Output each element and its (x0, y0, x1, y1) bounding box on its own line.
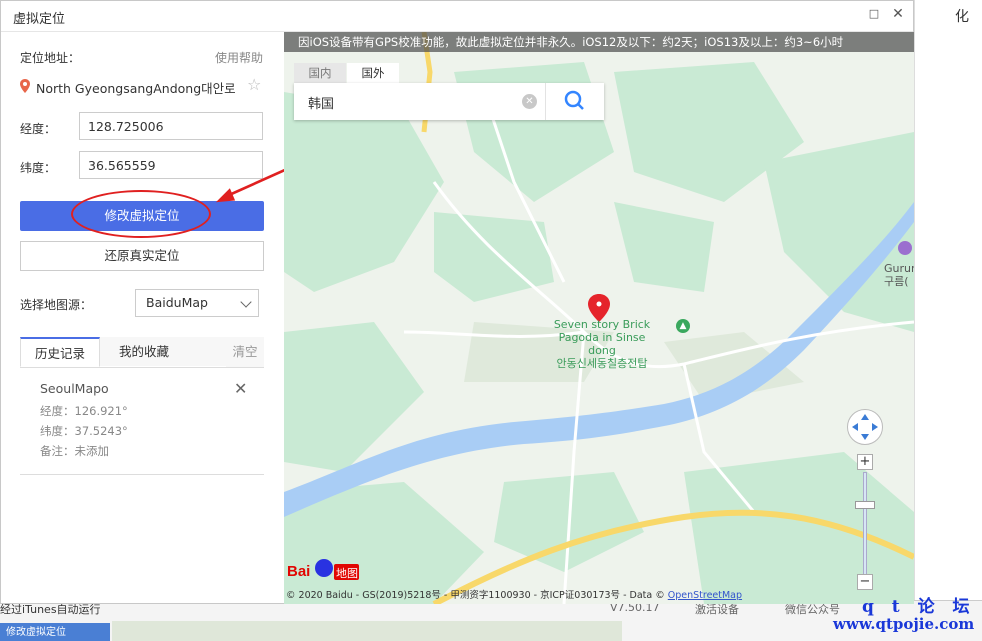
zoom-out-button[interactable]: − (857, 574, 873, 590)
history-item-name[interactable]: SeoulMapo (40, 381, 109, 396)
copyright-text: © 2020 Baidu - GS(2019)5218号 - 甲测资字11009… (286, 590, 665, 601)
map-source-label: 选择地图源： (20, 298, 93, 312)
search-icon (564, 90, 584, 110)
address-label: 定位地址： (20, 51, 81, 65)
poi-line-3: 안동신세동칠층전탑 (556, 357, 648, 370)
poi-label[interactable]: Seven story Brick Pagoda in Sinse dong 안… (547, 318, 657, 370)
latitude-label: 纬度： (20, 161, 57, 175)
background-modify-button[interactable]: 修改虚拟定位 (0, 623, 110, 641)
help-link[interactable]: 使用帮助 (215, 49, 263, 66)
history-item-longitude: 经度：126.921° (40, 404, 128, 418)
zoom-in-button[interactable]: + (857, 454, 873, 470)
virtual-location-dialog: 虚拟定位 □ ✕ 定位地址： 使用帮助 North GyeongsangAndo… (0, 0, 914, 604)
clear-history-button[interactable]: 清空 (226, 337, 264, 367)
watermark-title: q t 论 坛 (862, 597, 976, 617)
poi-line-2: Pagoda in Sinse dong (558, 331, 646, 357)
gps-notice-banner: 因iOS设备带有GPS校准功能，故此虚拟定位并非永久。iOS12及以下：约2天；… (284, 32, 914, 52)
favorite-star-icon[interactable]: ☆ (247, 75, 261, 94)
delete-history-icon[interactable]: ✕ (234, 379, 247, 398)
background-map-strip (112, 621, 622, 641)
annotation-oval (71, 190, 211, 238)
baidu-logo-icon: Bai 地图 (287, 559, 359, 580)
background-glyph: 化 (955, 9, 969, 25)
place-line-1: Gurun (884, 262, 914, 275)
search-button[interactable] (546, 83, 604, 120)
place-label[interactable]: Gurun 구름( (884, 262, 914, 288)
clear-search-icon[interactable]: ✕ (522, 94, 537, 109)
map-source-value: BaiduMap (146, 295, 208, 310)
pan-control[interactable] (847, 409, 883, 445)
tab-favorites[interactable]: 我的收藏 (104, 337, 184, 367)
pan-arrows-icon (852, 414, 878, 440)
map-source-select[interactable]: BaiduMap (135, 289, 259, 317)
map-view[interactable]: 因iOS设备带有GPS校准功能，故此虚拟定位并非永久。iOS12及以下：约2天；… (284, 32, 914, 604)
history-item-latitude: 纬度：37.5243° (40, 424, 128, 438)
poi-line-1: Seven story Brick (553, 318, 651, 331)
tab-domestic[interactable]: 国内 (294, 63, 346, 83)
place-line-2: 구름( (884, 275, 909, 288)
longitude-label: 经度： (20, 122, 57, 136)
address-value: North GyeongsangAndong대안로 (36, 81, 236, 96)
openstreetmap-link[interactable]: OpenStreetMap (668, 590, 742, 601)
chevron-down-icon (240, 296, 252, 308)
dialog-titlebar: 虚拟定位 □ ✕ (1, 1, 913, 32)
maximize-icon[interactable]: □ (867, 7, 881, 21)
place-icon[interactable] (898, 241, 912, 255)
zoom-slider-handle[interactable] (855, 501, 875, 509)
location-panel: 定位地址： 使用帮助 North GyeongsangAndong대안로 ☆ 经… (1, 32, 283, 603)
divider (20, 474, 264, 475)
tab-foreign[interactable]: 国外 (347, 63, 399, 83)
map-search-box: 韩国 ✕ (294, 83, 604, 120)
longitude-input[interactable]: 128.725006 (79, 112, 263, 140)
svg-text:Bai: Bai (287, 563, 310, 580)
svg-text:地图: 地图 (336, 567, 358, 580)
history-tabs: 历史记录 我的收藏 清空 (20, 337, 264, 368)
poi-landmark-icon[interactable]: ▲ (676, 319, 690, 333)
close-icon[interactable]: ✕ (891, 6, 905, 22)
dialog-title: 虚拟定位 (13, 12, 66, 27)
background-app-panel: 化 (914, 0, 982, 600)
location-pin-icon (20, 79, 30, 93)
zoom-slider-track[interactable] (863, 472, 867, 580)
map-search-input[interactable]: 韩国 (308, 93, 334, 112)
tab-history[interactable]: 历史记录 (20, 337, 100, 367)
map-copyright: © 2020 Baidu - GS(2019)5218号 - 甲测资字11009… (286, 587, 742, 601)
watermark-url: www.qtpojie.com (833, 615, 975, 633)
history-item-note: 备注：未添加 (40, 444, 109, 458)
restore-location-button[interactable]: 还原真实定位 (20, 241, 264, 271)
